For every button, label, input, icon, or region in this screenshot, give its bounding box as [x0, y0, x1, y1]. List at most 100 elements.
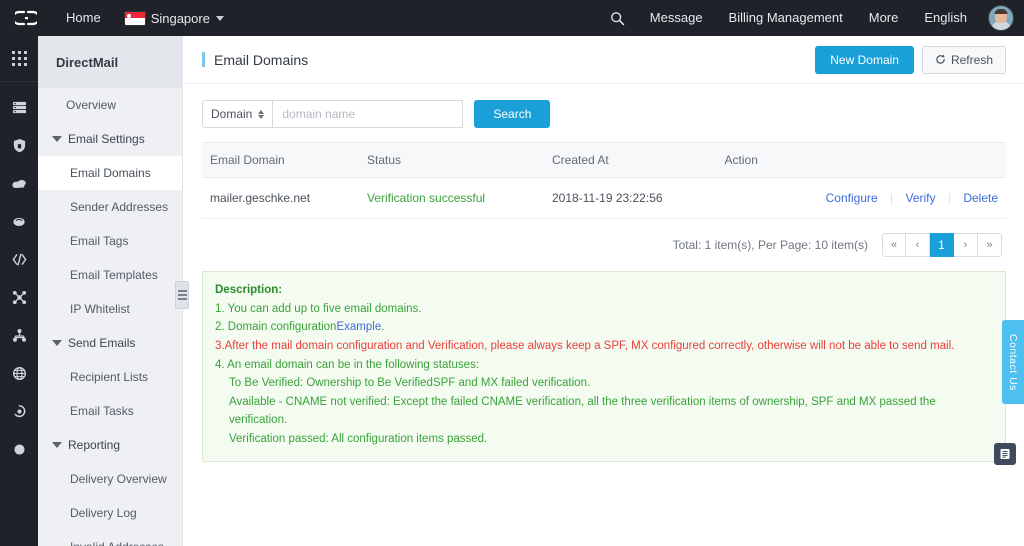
- table-row[interactable]: mailer.geschke.net Verification successf…: [202, 177, 1006, 219]
- pagination-first-button[interactable]: «: [882, 233, 906, 257]
- description-title: Description:: [215, 284, 283, 296]
- table-header-row: Email Domain Status Created At Action: [202, 142, 1006, 178]
- page-header: Email Domains New Domain Refresh: [184, 36, 1024, 84]
- sidebar-item-overview[interactable]: Overview: [38, 88, 182, 122]
- configure-link[interactable]: Configure: [826, 191, 878, 205]
- pagination-controls: « ‹ 1 › »: [882, 233, 1002, 257]
- pagination-page-1[interactable]: 1: [930, 233, 954, 257]
- avatar-hair: [994, 9, 1008, 14]
- cloud-icon[interactable]: [0, 202, 38, 240]
- col-header-status: Status: [367, 142, 552, 178]
- chevron-down-icon: [52, 442, 62, 448]
- document-icon[interactable]: [994, 443, 1016, 465]
- user-avatar[interactable]: [988, 5, 1014, 31]
- nav-language[interactable]: English: [911, 0, 980, 36]
- cell-created-at: 2018-11-19 23:22:56: [552, 177, 725, 219]
- main-content: Email Domains New Domain Refresh Domain: [184, 36, 1024, 546]
- sidebar-group-label: Send Emails: [68, 336, 136, 350]
- example-link[interactable]: Example: [336, 321, 381, 333]
- globe-icon[interactable]: [0, 354, 38, 392]
- description-status-1: To Be Verified: Ownership to Be Verified…: [229, 377, 591, 390]
- sidebar-item-email-domains[interactable]: Email Domains: [38, 156, 182, 190]
- nav-billing-management[interactable]: Billing Management: [716, 0, 856, 36]
- refresh-label: Refresh: [950, 52, 993, 67]
- description-line-1: 1. You can add up to five email domains.: [215, 302, 422, 315]
- code-brackets-icon[interactable]: [0, 240, 38, 278]
- cell-status: Verification successful: [367, 177, 552, 219]
- nav-message[interactable]: Message: [637, 0, 716, 36]
- sidebar-item-recipient-lists[interactable]: Recipient Lists: [38, 360, 182, 394]
- delete-link[interactable]: Delete: [963, 191, 998, 205]
- col-header-created-at: Created At: [552, 142, 725, 178]
- description-panel: Description: 1. You can add up to five e…: [202, 271, 1006, 462]
- search-button[interactable]: Search: [474, 100, 551, 128]
- description-line-4: 4. An email domain can be in the followi…: [215, 358, 480, 371]
- shield-icon[interactable]: [0, 126, 38, 164]
- description-line-2-suffix: .: [381, 321, 385, 334]
- cloud-storage-icon[interactable]: [0, 164, 38, 202]
- sidebar-collapse-handle[interactable]: [175, 281, 189, 309]
- description-line-2-prefix: 2. Domain configuration: [215, 321, 337, 334]
- app-root: Home Singapore Message Billing Managemen…: [0, 0, 1024, 546]
- action-separator: |: [947, 191, 951, 205]
- rail-icon-list: [0, 82, 38, 468]
- sidebar-item-invalid-addresses[interactable]: Invalid Addresses: [38, 530, 182, 546]
- verify-link[interactable]: Verify: [905, 191, 935, 205]
- product-icon-rail: [0, 36, 38, 546]
- search-icon[interactable]: [598, 11, 637, 26]
- sidebar-item-ip-whitelist[interactable]: IP Whitelist: [38, 292, 182, 326]
- secondary-sidebar: DirectMail Overview Email Settings Email…: [38, 36, 189, 546]
- sidebar-item-email-tasks[interactable]: Email Tasks: [38, 394, 182, 428]
- sidebar-item-email-tags[interactable]: Email Tags: [38, 224, 182, 258]
- filter-type-select[interactable]: Domain: [202, 100, 274, 128]
- handle-line: [177, 298, 187, 300]
- apps-grid-icon: [11, 51, 27, 66]
- filter-type-value: Domain: [211, 107, 253, 121]
- search-input[interactable]: [273, 100, 464, 128]
- contact-us-label: Contact Us: [1007, 333, 1019, 391]
- table-body: mailer.geschke.net Verification successf…: [202, 177, 1006, 219]
- pagination-prev-button[interactable]: ‹: [906, 233, 930, 257]
- singapore-flag-icon: [124, 11, 145, 25]
- server-stack-icon[interactable]: [0, 88, 38, 126]
- pagination-last-button[interactable]: »: [978, 233, 1002, 257]
- monitor-icon[interactable]: [0, 392, 38, 430]
- handle-line: [177, 294, 187, 296]
- chevron-down-icon: [215, 15, 224, 21]
- table-head: Email Domain Status Created At Action: [202, 142, 1006, 178]
- new-domain-button[interactable]: New Domain: [815, 45, 914, 74]
- sitemap-icon[interactable]: [0, 316, 38, 354]
- console-logo[interactable]: [0, 0, 52, 36]
- sidebar-group-reporting[interactable]: Reporting: [38, 428, 182, 462]
- sidebar-item-email-templates[interactable]: Email Templates: [38, 258, 182, 292]
- chevron-down-icon: [52, 340, 62, 346]
- nav-more[interactable]: More: [856, 0, 912, 36]
- sidebar-group-email-settings[interactable]: Email Settings: [38, 122, 182, 156]
- description-line-3: 3.After the mail domain configuration an…: [215, 339, 955, 352]
- network-cross-icon[interactable]: [0, 278, 38, 316]
- contact-us-tab[interactable]: Contact Us: [1002, 320, 1024, 404]
- email-domains-table: Email Domain Status Created At Action ma…: [202, 142, 1006, 219]
- description-status-2: Available - CNAME not verified: Except t…: [229, 395, 936, 427]
- rail-apps-button[interactable]: [0, 36, 38, 82]
- sidebar-item-sender-addresses[interactable]: Sender Addresses: [38, 190, 182, 224]
- refresh-icon: [936, 54, 945, 64]
- sidebar-item-delivery-overview[interactable]: Delivery Overview: [38, 462, 182, 496]
- sort-updown-icon: [258, 109, 265, 119]
- pagination-row: Total: 1 item(s), Per Page: 10 item(s) «…: [202, 219, 1006, 271]
- content-body: Domain Search Email Domain Status Create…: [184, 84, 1024, 462]
- action-separator: |: [890, 191, 894, 205]
- region-selector[interactable]: Singapore: [115, 11, 234, 26]
- chevron-down-icon: [52, 136, 62, 142]
- pagination-next-button[interactable]: ›: [954, 233, 978, 257]
- sidebar-group-send-emails[interactable]: Send Emails: [38, 326, 182, 360]
- nav-home[interactable]: Home: [52, 0, 115, 36]
- refresh-button[interactable]: Refresh: [921, 45, 1006, 74]
- col-header-email-domain: Email Domain: [202, 142, 367, 178]
- description-line-2: 2. Domain configurationExample.: [215, 318, 993, 337]
- cell-email-domain: mailer.geschke.net: [202, 177, 367, 219]
- sidebar-item-delivery-log[interactable]: Delivery Log: [38, 496, 182, 530]
- circle-icon[interactable]: [0, 430, 38, 468]
- cell-actions: Configure | Verify | Delete: [724, 177, 1006, 219]
- filter-bar: Domain Search: [202, 100, 1006, 128]
